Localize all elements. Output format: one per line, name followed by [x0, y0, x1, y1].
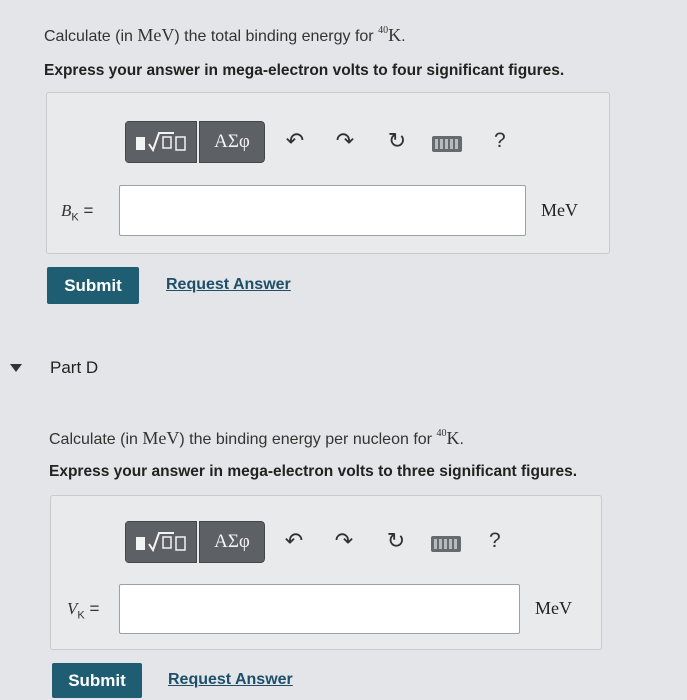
part-c-submit-button[interactable]: Submit: [47, 267, 139, 304]
part-c-request-answer-link[interactable]: Request Answer: [166, 276, 291, 294]
collapse-arrow-icon[interactable]: [10, 364, 22, 372]
part-d-submit-button[interactable]: Submit: [52, 663, 142, 698]
part-d-template-buttons: ΑΣφ: [125, 521, 265, 563]
part-c-answer-panel: ΑΣφ ↶ ↷ ↻ ? BK = MeV: [46, 92, 610, 254]
part-d-answer-input[interactable]: [119, 584, 520, 634]
part-d-question: Calculate (in MeV) the binding energy pe…: [49, 427, 464, 448]
redo-icon[interactable]: ↷: [332, 128, 358, 154]
greek-symbols-button[interactable]: ΑΣφ: [199, 121, 265, 163]
part-d-variable-label: VK =: [67, 599, 100, 622]
part-c-instruction: Express your answer in mega-electron vol…: [44, 62, 565, 79]
help-button[interactable]: ?: [489, 529, 501, 553]
templates-button[interactable]: [125, 521, 197, 563]
part-c-question: Calculate (in MeV) the total binding ene…: [44, 24, 406, 45]
redo-icon[interactable]: ↷: [331, 528, 357, 554]
sqrt-template-icon: [136, 532, 186, 553]
part-c-variable-label: BK =: [61, 201, 94, 224]
keyboard-icon[interactable]: [431, 536, 461, 552]
part-c-template-buttons: ΑΣφ: [125, 121, 265, 163]
part-d-title[interactable]: Part D: [50, 358, 98, 378]
greek-symbols-button[interactable]: ΑΣφ: [199, 521, 265, 563]
part-d-answer-panel: ΑΣφ ↶ ↷ ↻ ? VK = MeV: [50, 495, 602, 650]
reset-icon[interactable]: ↻: [384, 128, 410, 154]
part-d-request-answer-link[interactable]: Request Answer: [168, 671, 293, 689]
keyboard-icon[interactable]: [432, 136, 462, 152]
undo-icon[interactable]: ↶: [282, 128, 308, 154]
part-d-unit: MeV: [535, 598, 572, 618]
help-button[interactable]: ?: [494, 129, 506, 153]
part-d-instruction: Express your answer in mega-electron vol…: [49, 463, 578, 480]
templates-button[interactable]: [125, 121, 197, 163]
part-c-unit: MeV: [541, 200, 578, 220]
undo-icon[interactable]: ↶: [281, 528, 307, 554]
part-c-answer-input[interactable]: [119, 185, 526, 236]
sqrt-template-icon: [136, 132, 186, 153]
reset-icon[interactable]: ↻: [383, 528, 409, 554]
